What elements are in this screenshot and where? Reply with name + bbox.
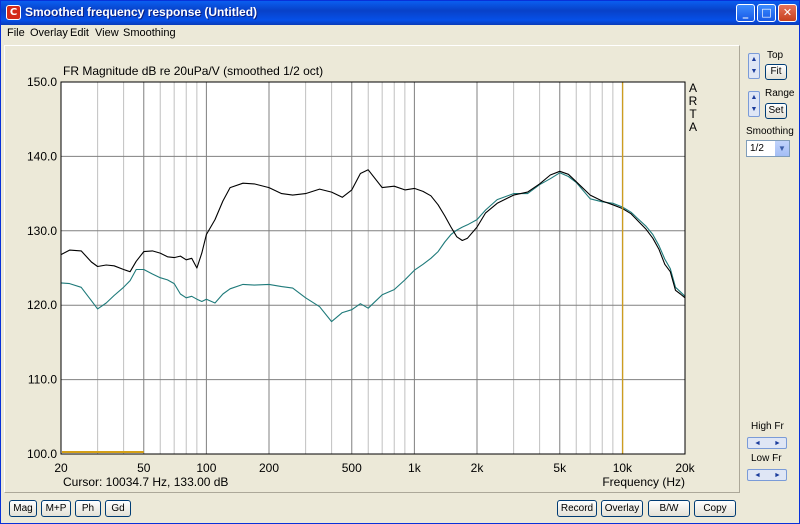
x-tick-label: 50 [137, 461, 151, 475]
watermark-letter: R [689, 94, 698, 108]
plot-area[interactable] [61, 82, 685, 454]
top-label: Top [767, 50, 784, 61]
x-tick-label: 1k [408, 461, 422, 475]
menu-file[interactable]: File [7, 27, 25, 39]
watermark-letter: A [689, 120, 697, 134]
mag-phase-button[interactable]: M+P [41, 500, 71, 517]
high-fr-spinner[interactable]: ◄ ► [747, 437, 787, 449]
range-label: Range [765, 88, 795, 99]
app-icon: C [6, 5, 21, 20]
minimize-button[interactable]: _ [736, 4, 755, 22]
arrow-left-icon[interactable]: ◄ [748, 438, 767, 449]
menu-edit[interactable]: Edit [70, 27, 89, 39]
x-tick-label: 20 [54, 461, 68, 475]
watermark-letter: T [689, 107, 697, 121]
group-delay-button[interactable]: Gd [105, 500, 131, 517]
record-button[interactable]: Record [557, 500, 597, 517]
cursor-readout: Cursor: 10034.7 Hz, 133.00 dB [63, 475, 228, 489]
high-fr-label: High Fr [751, 421, 784, 432]
x-tick-label: 20k [675, 461, 695, 475]
range-spinner[interactable]: ▲ ▼ [748, 91, 760, 117]
phase-button[interactable]: Ph [75, 500, 101, 517]
y-tick-label: 100.0 [27, 447, 57, 461]
app-window: C Smoothed frequency response (Untitled)… [0, 0, 800, 524]
menu-overlay[interactable]: Overlay [30, 27, 68, 39]
arta-watermark: ARTA [689, 81, 698, 134]
y-tick-label: 110.0 [28, 373, 57, 387]
title-bar[interactable]: C Smoothed frequency response (Untitled)… [1, 1, 799, 25]
bottom-toolbar: Mag M+P Ph Gd Record Overlay B/W Copy [1, 495, 799, 523]
x-tick-label: 100 [196, 461, 216, 475]
spin-down-icon[interactable]: ▼ [749, 66, 759, 78]
spin-up-icon[interactable]: ▲ [749, 92, 759, 104]
spin-up-icon[interactable]: ▲ [749, 54, 759, 66]
y-tick-label: 140.0 [27, 149, 57, 163]
chart-title: FR Magnitude dB re 20uPa/V (smoothed 1/2… [63, 64, 323, 78]
y-tick-label: 150.0 [27, 75, 57, 89]
copy-button[interactable]: Copy [694, 500, 736, 517]
smoothing-select[interactable]: 1/2 ▼ [746, 140, 790, 157]
top-spinner[interactable]: ▲ ▼ [748, 53, 760, 79]
plot-panel: 100.0 110.0 120.0 130.0 140.0 150.0 20 50 100 20… [4, 45, 740, 493]
x-tick-label: 500 [342, 461, 362, 475]
smoothing-label: Smoothing [746, 126, 794, 137]
set-button[interactable]: Set [765, 103, 787, 119]
watermark-letter: A [689, 81, 697, 95]
x-tick-labels: 20 50 100 200 500 1k 2k 5k 10k 20k [54, 461, 695, 475]
chevron-down-icon[interactable]: ▼ [775, 141, 789, 156]
x-tick-label: 200 [259, 461, 279, 475]
fit-button[interactable]: Fit [765, 64, 787, 80]
x-tick-label: 2k [471, 461, 485, 475]
mag-button[interactable]: Mag [9, 500, 37, 517]
low-fr-label: Low Fr [751, 453, 782, 464]
arrow-left-icon[interactable]: ◄ [748, 470, 767, 481]
y-tick-label: 130.0 [27, 224, 57, 238]
menu-bar: File Overlay Edit View Smoothing [1, 25, 799, 41]
side-panel: ▲ ▼ Top Fit ▲ ▼ Range Set Smoothing 1/2 … [743, 45, 799, 493]
window-title: Smoothed frequency response (Untitled) [25, 5, 258, 19]
close-button[interactable]: ✕ [778, 4, 797, 22]
frequency-response-chart[interactable]: 100.0110.0120.0130.0140.0150.0 20 50 100 20… [5, 46, 741, 494]
y-tick-label: 120.0 [27, 298, 57, 312]
y-tick-labels: 100.0 110.0 120.0 130.0 140.0 150.0 [27, 75, 57, 461]
bw-button[interactable]: B/W [648, 500, 690, 517]
low-fr-spinner[interactable]: ◄ ► [747, 469, 787, 481]
x-tick-label: 10k [613, 461, 633, 475]
menu-smoothing[interactable]: Smoothing [123, 27, 176, 39]
x-axis-label: Frequency (Hz) [602, 475, 685, 489]
x-tick-label: 5k [553, 461, 567, 475]
arrow-right-icon[interactable]: ► [768, 438, 787, 449]
arrow-right-icon[interactable]: ► [768, 470, 787, 481]
smoothing-value: 1/2 [750, 143, 764, 154]
menu-view[interactable]: View [95, 27, 119, 39]
spin-down-icon[interactable]: ▼ [749, 104, 759, 116]
maximize-button[interactable]: □ [757, 4, 776, 22]
overlay-button[interactable]: Overlay [601, 500, 643, 517]
